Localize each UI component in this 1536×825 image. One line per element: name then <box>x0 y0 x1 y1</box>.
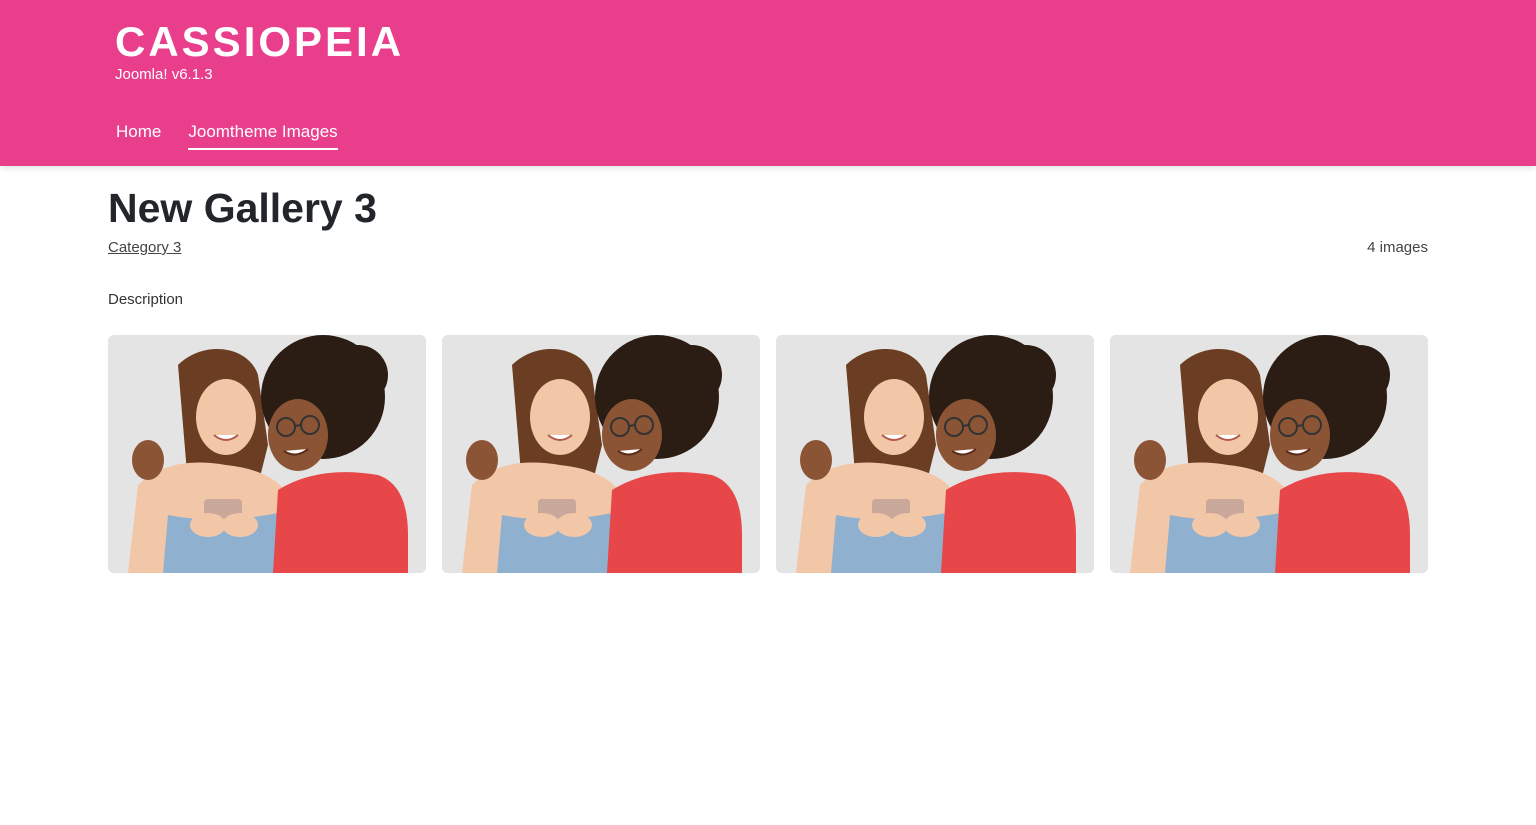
gallery-meta: Category 3 4 images <box>108 238 1428 260</box>
photo-two-women-phone <box>108 335 426 573</box>
gallery-description: Description <box>108 291 184 308</box>
brand-logo: CASSIOPEIA <box>115 18 405 65</box>
image-gallery <box>108 335 1428 573</box>
photo-two-women-phone <box>442 335 760 573</box>
gallery-image-2[interactable] <box>442 335 760 573</box>
gallery-image-1[interactable] <box>108 335 426 573</box>
brand-logo-link[interactable]: CASSIOPEIA Joomla! v6.1.3 <box>115 20 404 84</box>
site-description: Joomla! v6.1.3 <box>115 66 213 83</box>
photo-two-women-phone <box>1110 335 1428 573</box>
page-title: New Gallery 3 <box>108 185 377 231</box>
category-link[interactable]: Category 3 <box>108 238 181 258</box>
gallery-image-3[interactable] <box>776 335 1094 573</box>
main-nav: Home Joomtheme Images <box>116 120 338 150</box>
nav-item-joomtheme-images[interactable]: Joomtheme Images <box>188 120 338 150</box>
nav-item-home[interactable]: Home <box>116 120 161 150</box>
gallery-image-4[interactable] <box>1110 335 1428 573</box>
photo-two-women-phone <box>776 335 1094 573</box>
site-header: CASSIOPEIA Joomla! v6.1.3 Home Joomtheme… <box>0 0 1536 166</box>
image-count: 4 images <box>1367 239 1428 256</box>
